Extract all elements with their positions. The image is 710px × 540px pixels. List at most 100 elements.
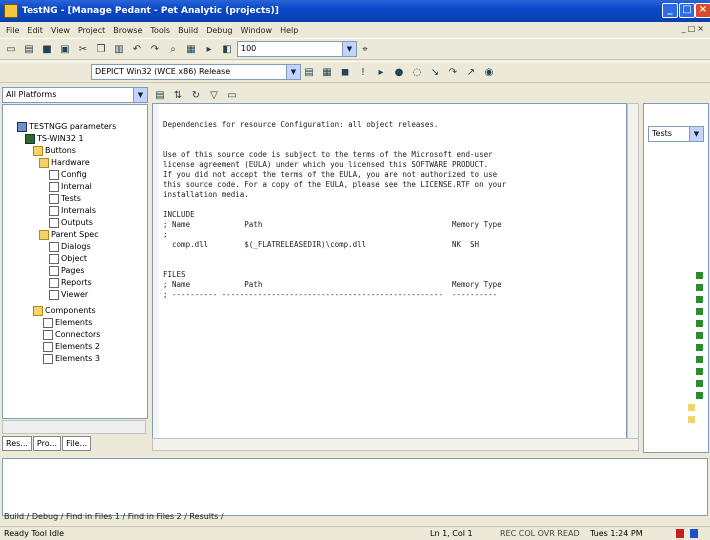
file-icon bbox=[49, 206, 59, 216]
tree-node[interactable]: Object bbox=[49, 253, 87, 265]
sort-icon[interactable]: ⇅ bbox=[170, 87, 186, 103]
menu-debug[interactable]: Debug bbox=[202, 26, 236, 35]
build-config-combo[interactable]: DEPICT Win32 (WCE x86) Release ▼ bbox=[91, 64, 301, 80]
step-into-icon[interactable]: ↘ bbox=[427, 64, 443, 80]
tab-files[interactable]: File... bbox=[62, 436, 92, 451]
tree-item-icon bbox=[696, 320, 703, 327]
menu-file[interactable]: File bbox=[2, 26, 23, 35]
chevron-down-icon[interactable]: ▼ bbox=[689, 127, 703, 141]
right-pane-combo[interactable]: Tests ▼ bbox=[648, 126, 704, 142]
chevron-down-icon[interactable]: ▼ bbox=[342, 42, 356, 56]
menu-view[interactable]: View bbox=[47, 26, 74, 35]
platform-filter-combo[interactable]: All Platforms ▼ bbox=[2, 87, 148, 103]
target-status-icon[interactable]: ◉ bbox=[481, 64, 497, 80]
folder-icon bbox=[39, 230, 49, 240]
properties-icon[interactable]: ▤ bbox=[152, 87, 168, 103]
build-toolbar: DEPICT Win32 (WCE x86) Release ▼ ▤ ▦ ◼ !… bbox=[0, 61, 710, 83]
minimize-button[interactable]: _ bbox=[662, 3, 678, 18]
open-folder-icon[interactable]: ▤ bbox=[21, 41, 37, 57]
menu-browse[interactable]: Browse bbox=[109, 26, 146, 35]
execute-icon[interactable]: ! bbox=[355, 64, 371, 80]
cut-icon[interactable]: ✂ bbox=[75, 41, 91, 57]
output-tabs[interactable]: Build / Debug / Find in Files 1 / Find i… bbox=[4, 512, 224, 525]
close-button[interactable]: × bbox=[695, 3, 710, 18]
tree-node[interactable]: Hardware bbox=[39, 157, 90, 169]
redo-icon[interactable]: ↷ bbox=[147, 41, 163, 57]
tree-node[interactable]: Buttons bbox=[33, 145, 76, 157]
menu-edit[interactable]: Edit bbox=[23, 26, 47, 35]
tray-icon bbox=[690, 529, 698, 538]
tree-node[interactable]: Reports bbox=[49, 277, 92, 289]
menu-help[interactable]: Help bbox=[276, 26, 302, 35]
code-line: Dependencies for resource Configuration:… bbox=[163, 120, 439, 129]
tree-node[interactable]: Outputs bbox=[49, 217, 93, 229]
collapse-icon[interactable]: ▭ bbox=[224, 87, 240, 103]
tree-node[interactable]: Config bbox=[49, 169, 87, 181]
file-icon bbox=[49, 242, 59, 252]
paste-icon[interactable]: ▥ bbox=[111, 41, 127, 57]
tree-horizontal-scrollbar[interactable] bbox=[2, 420, 146, 434]
find-in-files-icon[interactable]: ⌖ bbox=[357, 41, 373, 57]
undo-icon[interactable]: ↶ bbox=[129, 41, 145, 57]
menu-build[interactable]: Build bbox=[174, 26, 202, 35]
editor-gutter bbox=[153, 104, 159, 450]
component-icon bbox=[43, 330, 53, 340]
debug-icon[interactable]: ▸ bbox=[201, 41, 217, 57]
editor-vertical-scrollbar[interactable] bbox=[627, 103, 639, 451]
save-all-icon[interactable]: ▣ bbox=[57, 41, 73, 57]
tree-node[interactable]: Connectors bbox=[43, 329, 100, 341]
tree-node[interactable]: Internal bbox=[49, 181, 92, 193]
breakpoint-icon[interactable]: ● bbox=[391, 64, 407, 80]
tab-projects[interactable]: Pro... bbox=[32, 436, 62, 451]
output-pane[interactable] bbox=[2, 458, 708, 516]
chevron-down-icon[interactable]: ▼ bbox=[286, 65, 300, 79]
step-out-icon[interactable]: ↗ bbox=[463, 64, 479, 80]
code-line: ; ---------- ---------------------------… bbox=[163, 290, 498, 299]
tree-item-icon bbox=[696, 296, 703, 303]
maximize-button[interactable]: □ bbox=[679, 3, 695, 18]
code-line: ; Name Path Memory Type bbox=[163, 220, 502, 229]
step-over-icon[interactable]: ↷ bbox=[445, 64, 461, 80]
tree-node[interactable]: Components bbox=[33, 305, 96, 317]
filter-icon[interactable]: ▽ bbox=[206, 87, 222, 103]
tree-node[interactable]: Elements bbox=[43, 317, 92, 329]
mdi-window-controls[interactable]: _□× bbox=[682, 24, 706, 33]
file-icon bbox=[49, 278, 59, 288]
menu-tools[interactable]: Tools bbox=[146, 26, 174, 35]
tree-node[interactable]: Parent Spec bbox=[39, 229, 99, 241]
component-icon bbox=[43, 342, 53, 352]
tree-node[interactable]: Elements 3 bbox=[43, 353, 100, 365]
code-editor[interactable]: Dependencies for resource Configuration:… bbox=[152, 103, 627, 451]
status-bar: Ready Tool Idle Ln 1, Col 1 REC COL OVR … bbox=[0, 526, 710, 540]
tree-node[interactable]: Elements 2 bbox=[43, 341, 100, 353]
zoom-combo[interactable]: 100 ▼ bbox=[237, 41, 357, 57]
remove-breakpoints-icon[interactable]: ◌ bbox=[409, 64, 425, 80]
copy-icon[interactable]: ❐ bbox=[93, 41, 109, 57]
build-icon[interactable]: ▦ bbox=[183, 41, 199, 57]
tree-node[interactable]: Dialogs bbox=[49, 241, 91, 253]
component-icon bbox=[43, 354, 53, 364]
tree-node[interactable]: Pages bbox=[49, 265, 85, 277]
tab-resources[interactable]: Res... bbox=[2, 436, 32, 451]
tree-node[interactable]: Tests bbox=[49, 193, 81, 205]
build-solution-icon[interactable]: ▦ bbox=[319, 64, 335, 80]
editor-horizontal-scrollbar[interactable] bbox=[152, 438, 639, 451]
save-icon[interactable]: ■ bbox=[39, 41, 55, 57]
find-icon[interactable]: ⌕ bbox=[165, 41, 181, 57]
tree-node[interactable]: TS-WIN32 1 bbox=[25, 133, 84, 145]
go-icon[interactable]: ▸ bbox=[373, 64, 389, 80]
stop-build-icon[interactable]: ◼ bbox=[337, 64, 353, 80]
folder-icon bbox=[33, 146, 43, 156]
menu-project[interactable]: Project bbox=[74, 26, 109, 35]
tree-node[interactable]: Internals bbox=[49, 205, 96, 217]
menu-window[interactable]: Window bbox=[237, 26, 277, 35]
tree-node[interactable]: Viewer bbox=[49, 289, 88, 301]
new-file-icon[interactable]: ▭ bbox=[3, 41, 19, 57]
workspace-icon[interactable]: ◧ bbox=[219, 41, 235, 57]
refresh-icon[interactable]: ↻ bbox=[188, 87, 204, 103]
compile-icon[interactable]: ▤ bbox=[301, 64, 317, 80]
tree-node[interactable]: TESTNGG parameters bbox=[17, 121, 116, 133]
chevron-down-icon[interactable]: ▼ bbox=[133, 88, 147, 102]
